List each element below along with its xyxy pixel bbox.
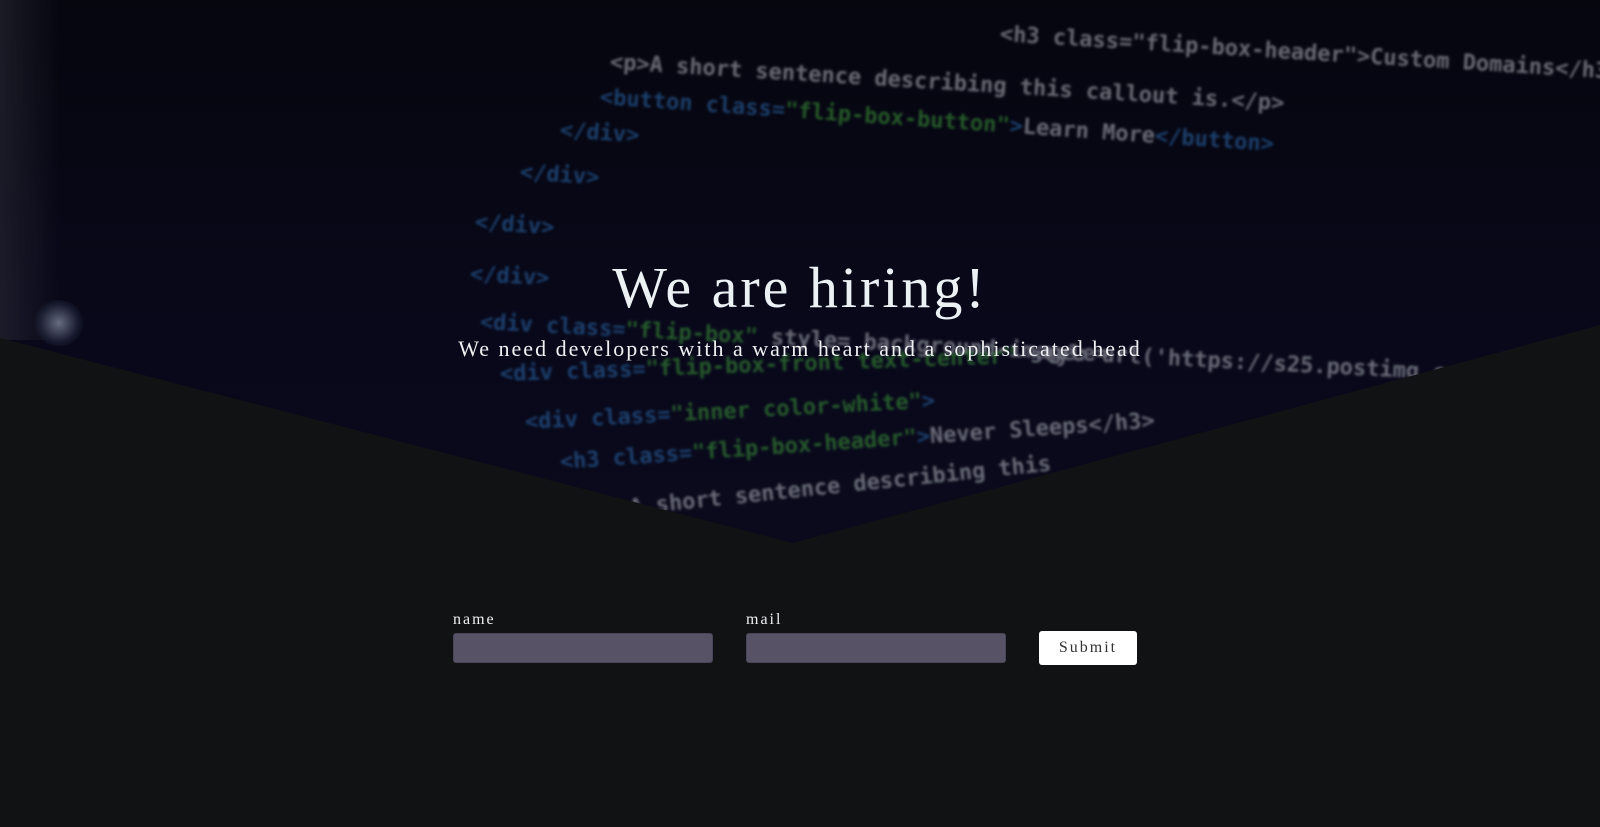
mail-input[interactable] [746, 633, 1006, 663]
page-title: We are hiring! [612, 255, 988, 320]
name-label: name [453, 611, 496, 628]
page-subtitle: We need developers with a warm heart and… [458, 336, 1142, 361]
chevron-divider [0, 325, 1600, 827]
name-input[interactable] [453, 633, 713, 663]
mail-field-group: mail [746, 611, 1006, 663]
mail-label: mail [746, 611, 783, 628]
name-field-group: name [453, 611, 713, 663]
submit-button[interactable]: Submit [1039, 631, 1137, 665]
